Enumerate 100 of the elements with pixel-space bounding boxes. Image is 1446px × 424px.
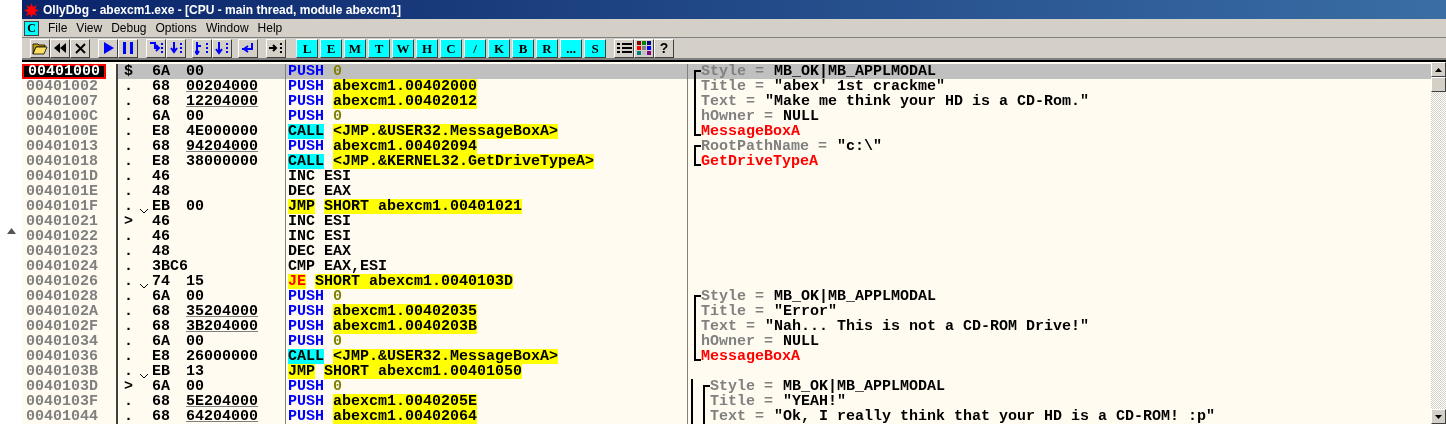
parameter-name: RootPathName =: [701, 139, 828, 154]
parameter-name: Style =: [701, 64, 764, 79]
view-shortcut-button[interactable]: /: [464, 38, 486, 58]
parameter-name: Style =: [701, 289, 764, 304]
marker-cell-text: >: [123, 214, 134, 229]
opcode-cell-text: 68: [152, 94, 171, 109]
operand: abexcm1.00402064: [333, 409, 478, 424]
menu-item[interactable]: Window: [205, 19, 249, 37]
opcode-cell-text: 48: [152, 184, 171, 199]
menu-item[interactable]: Help: [257, 19, 283, 37]
marker-cell-text: .: [123, 229, 134, 244]
colors-button[interactable]: [634, 38, 654, 58]
marker-cell-text: .: [123, 109, 134, 124]
mnemonic: PUSH: [288, 289, 324, 304]
bug-icon: [24, 2, 39, 17]
view-shortcut-button[interactable]: T: [368, 38, 390, 58]
parameter-value: "Make me think your HD is a CD-Rom.": [765, 94, 1090, 109]
close-button[interactable]: [70, 38, 90, 58]
function-name: GetDriveTypeA: [701, 154, 819, 169]
operand: SHORT abexcm1.00401021: [324, 199, 523, 214]
mnemonic: CALL: [288, 349, 324, 364]
parameter-name: Text =: [701, 94, 755, 109]
view-shortcut-button[interactable]: M: [344, 38, 366, 58]
view-shortcut-button[interactable]: E: [320, 38, 342, 58]
trace-over-button[interactable]: [212, 38, 232, 58]
marker-cell-text: .: [123, 259, 134, 274]
operand: 0: [333, 289, 343, 304]
arrow-up-icon: [1435, 67, 1442, 72]
view-shortcut-button[interactable]: B: [512, 38, 534, 58]
parameter-value: MB_OK|MB_APPLMODAL: [783, 379, 946, 394]
scroll-thumb[interactable]: [1431, 77, 1446, 92]
code-row[interactable]: 00401000 $ 6A 00 PUSH 0 Style = MB_OK|MB_APPLMODAL: [22, 64, 1431, 79]
menu-item[interactable]: Options: [155, 19, 197, 37]
opcode-cell-text: 68: [152, 409, 171, 424]
address-cell-text: 00401036: [25, 349, 99, 364]
view-shortcut-button[interactable]: W: [392, 38, 414, 58]
mnemonic: PUSH: [288, 319, 324, 334]
code-row[interactable]: 0040101F . EB 00 JMP SHORT abexcm1.00401021: [22, 199, 1431, 214]
return-button[interactable]: [238, 38, 258, 58]
address-cell-text: 0040101D: [25, 169, 99, 184]
scroll-up-button[interactable]: [1431, 62, 1446, 77]
code-row[interactable]: 0040102F . 68 3B204000 PUSH abexcm1.0040203B Text = "Nah... This is not a CD-ROM Drive!": [22, 319, 1431, 334]
parameter-value: NULL: [783, 334, 820, 349]
operand: EAX,ESI: [324, 259, 388, 274]
menu-item[interactable]: Debug: [111, 19, 147, 37]
parameter-value: "c:\": [837, 139, 883, 154]
mnemonic: PUSH: [288, 394, 324, 409]
marker-cell-text: .: [123, 349, 134, 364]
help-button[interactable]: ?: [654, 38, 674, 58]
code-row[interactable]: 0040103B . EB 13 JMP SHORT abexcm1.00401050: [22, 364, 1431, 379]
marker-cell-text: .: [123, 409, 134, 424]
view-shortcut-button[interactable]: L: [296, 38, 318, 58]
list-button[interactable]: [614, 38, 634, 58]
address-cell-text: 00401002: [25, 79, 99, 94]
mnemonic: PUSH: [288, 334, 324, 349]
operand-bytes: 3B204000: [186, 319, 258, 334]
mnemonic: PUSH: [288, 409, 324, 424]
menu-badge[interactable]: C: [24, 20, 39, 36]
pause-button[interactable]: [118, 38, 138, 58]
view-shortcut-button[interactable]: H: [416, 38, 438, 58]
view-shortcut-button[interactable]: S: [584, 38, 606, 58]
operand: abexcm1.00402012: [333, 94, 478, 109]
goto-button[interactable]: [266, 38, 286, 58]
parameter-name: Style =: [710, 379, 773, 394]
function-name: MessageBoxA: [701, 124, 801, 139]
mnemonic: INC: [288, 229, 315, 244]
operand-bytes: 00: [186, 289, 204, 304]
mnemonic: PUSH: [288, 379, 324, 394]
code-row[interactable]: 00401026 . 74 15 JE SHORT abexcm1.0040103D: [22, 274, 1431, 289]
marker-cell-text: $: [123, 64, 134, 79]
address-cell-text: 00401044: [25, 409, 99, 424]
color-grid-icon: [637, 41, 651, 55]
restart-button[interactable]: [50, 38, 70, 58]
mnemonic: JE: [288, 274, 306, 289]
step-over-button[interactable]: [166, 38, 186, 58]
code-row[interactable]: 00401007 . 68 12204000 PUSH abexcm1.00402012 Text = "Make me think your HD is a CD-Rom.": [22, 94, 1431, 109]
code-row[interactable]: 00401018 . E8 38000000 CALL <JMP.&KERNEL32.GetDriveTypeA> GetDriveTypeA: [22, 154, 1431, 169]
parameter-value: "Ok, I really think that your HD is a CD-ROM! :p": [774, 409, 1216, 424]
view-shortcut-button[interactable]: K: [488, 38, 510, 58]
code-row[interactable]: 00401044 . 68 64204000 PUSH abexcm1.00402064 Text = "Ok, I really think that your HD is a CD-ROM! :p": [22, 409, 1431, 424]
view-shortcut-button[interactable]: C: [440, 38, 462, 58]
marker-cell-text: .: [123, 364, 134, 379]
menu-item[interactable]: File: [48, 19, 68, 37]
scrollbar[interactable]: [1431, 60, 1446, 424]
menu-item[interactable]: View: [76, 19, 103, 37]
opcode-cell-text: 6A: [152, 64, 171, 79]
mnemonic: INC: [288, 214, 315, 229]
operand-bytes: 94204000: [186, 139, 258, 154]
open-button[interactable]: [30, 38, 50, 58]
view-shortcut-button[interactable]: R: [536, 38, 558, 58]
run-button[interactable]: [98, 38, 118, 58]
address-cell-text: 00401026: [25, 274, 99, 289]
address-cell-text: 00401018: [25, 154, 99, 169]
view-shortcut-button[interactable]: ...: [560, 38, 582, 58]
parameter-value: "Error": [774, 304, 838, 319]
parameter-name: Text =: [710, 409, 764, 424]
scroll-down-button[interactable]: [1431, 409, 1446, 424]
step-into-button[interactable]: [146, 38, 166, 58]
operand-bytes: 26000000: [186, 349, 258, 364]
trace-into-button[interactable]: [192, 38, 212, 58]
